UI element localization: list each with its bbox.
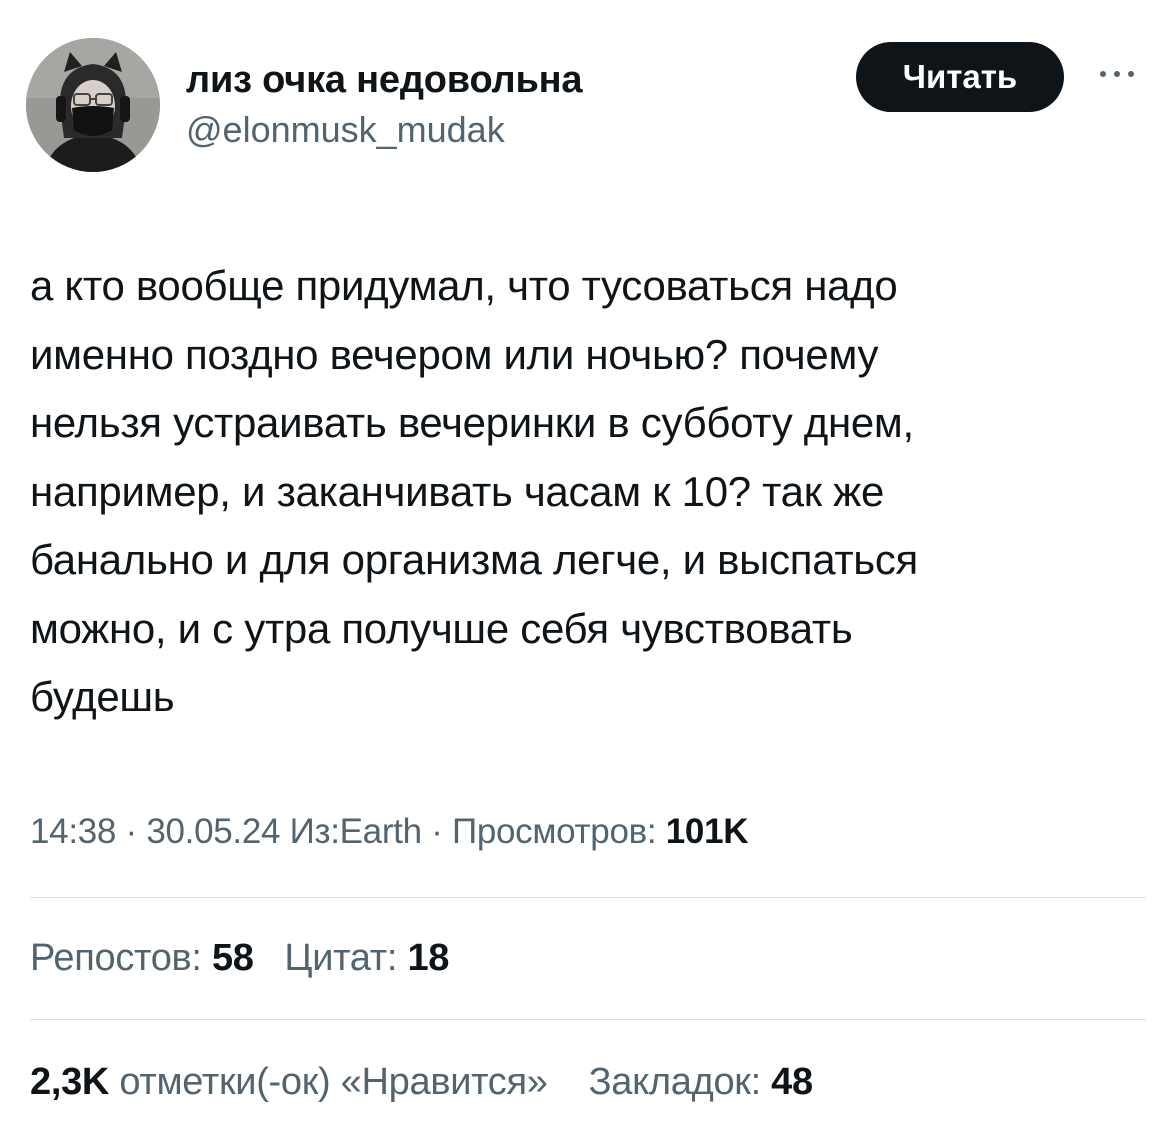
tweet-line: именно поздно вечером или ночью? почему bbox=[30, 330, 879, 378]
reposts-count: 58 bbox=[211, 937, 254, 979]
quotes-count: 18 bbox=[407, 937, 450, 979]
tweet-line: а кто вообще придумал, что тусоваться на… bbox=[30, 262, 898, 309]
user-names: лиз очка недовольна @elonmusk_mudak bbox=[186, 58, 583, 152]
tweet-text: а кто вообще придумал, что тусоваться на… bbox=[30, 252, 1148, 732]
views-label: Просмотров: bbox=[452, 812, 666, 851]
meta-separator: · bbox=[421, 812, 452, 851]
tweet-line: можно, и с утра получше себя чувствовать bbox=[30, 604, 853, 652]
tweet-date[interactable]: 30.05.24 bbox=[146, 812, 280, 851]
divider bbox=[30, 897, 1146, 898]
divider bbox=[30, 1019, 1146, 1020]
quotes-stat[interactable]: Цитат: 18 bbox=[284, 937, 449, 979]
likes-stat[interactable]: 2,3K отметки(-ок) «Нравится» bbox=[30, 1061, 548, 1103]
bookmarks-label: Закладок: bbox=[588, 1061, 772, 1103]
views-count: 101K bbox=[665, 812, 749, 851]
display-name[interactable]: лиз очка недовольна bbox=[186, 58, 583, 102]
more-dots-glyph bbox=[1100, 71, 1134, 77]
tweet-source: Из:Earth bbox=[289, 812, 422, 851]
tweet-line: будешь bbox=[30, 673, 175, 720]
tweet-line: например, и заканчивать часам к 10? так … bbox=[30, 467, 884, 515]
tweet-header: лиз очка недовольна @elonmusk_mudak Чита… bbox=[24, 38, 1146, 173]
engagement-row-reposts: Репостов: 58 Цитат: 18 bbox=[30, 935, 449, 981]
user-handle[interactable]: @elonmusk_mudak bbox=[186, 108, 582, 152]
bookmarks-count: 48 bbox=[771, 1061, 813, 1103]
likes-label: отметки(-ок) «Нравится» bbox=[109, 1061, 548, 1103]
tweet-line: нельзя устраивать вечеринки в субботу дн… bbox=[30, 399, 914, 446]
reposts-stat[interactable]: Репостов: 58 bbox=[30, 937, 254, 979]
follow-button[interactable]: Читать bbox=[856, 42, 1064, 112]
tweet-time[interactable]: 14:38 bbox=[30, 812, 116, 851]
bookmarks-stat[interactable]: Закладок: 48 bbox=[589, 1061, 813, 1103]
engagement-row-likes: 2,3K отметки(-ок) «Нравится» Закладок: 4… bbox=[30, 1059, 813, 1105]
more-icon[interactable] bbox=[1094, 60, 1140, 88]
tweet-meta: 14:38 · 30.05.24 Из:Earth · Просмотров: … bbox=[30, 810, 749, 854]
meta-separator: · bbox=[116, 812, 147, 851]
quotes-label: Цитат: bbox=[284, 937, 408, 979]
tweet-line: банально и для организма легче, и выспат… bbox=[30, 536, 918, 583]
reposts-label: Репостов: bbox=[30, 937, 212, 979]
likes-count: 2,3K bbox=[30, 1061, 110, 1103]
avatar[interactable] bbox=[26, 38, 160, 172]
avatar-photo bbox=[26, 38, 160, 172]
